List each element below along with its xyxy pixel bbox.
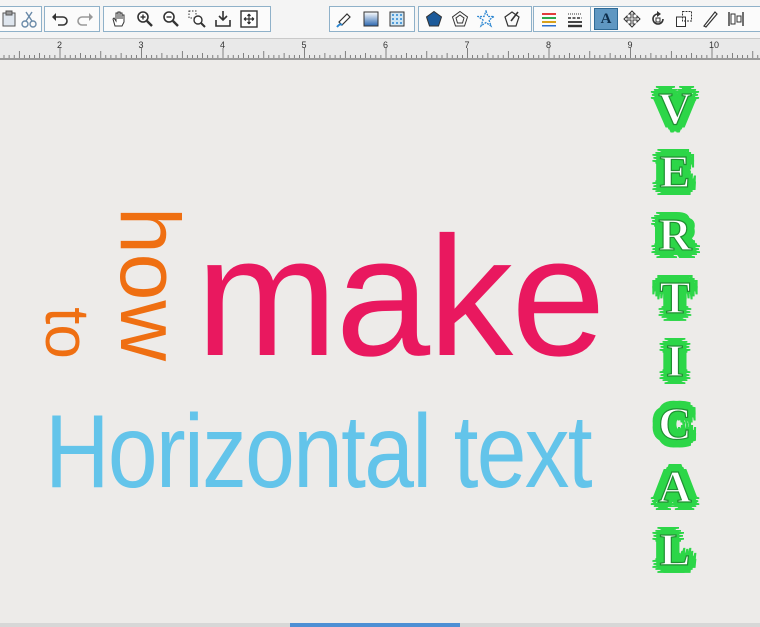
zoom-page-icon — [215, 11, 231, 27]
redo-button[interactable] — [73, 8, 96, 30]
ruler-label: 2 — [57, 40, 63, 50]
line-dash-button[interactable] — [563, 8, 587, 30]
fit-to-window-button[interactable] — [237, 8, 261, 30]
nested-polygon-icon — [451, 10, 469, 27]
nested-polygon-button[interactable] — [448, 8, 472, 30]
ruler-label: 6 — [383, 40, 389, 50]
zoom-selection-icon — [188, 10, 206, 28]
undo-icon — [51, 13, 68, 26]
zoom-out-icon — [163, 11, 179, 27]
cut-button[interactable] — [20, 8, 38, 30]
text-tool-icon: A — [600, 10, 612, 27]
word-how[interactable]: how — [103, 207, 197, 361]
undo-button[interactable] — [48, 8, 71, 30]
style-group-b — [418, 6, 532, 32]
star-button[interactable] — [474, 8, 498, 30]
rotate-button[interactable] — [646, 8, 670, 30]
line-color-button[interactable] — [333, 8, 357, 30]
knife-icon — [703, 11, 718, 28]
knife-button[interactable] — [698, 8, 722, 30]
toolbar: A — [0, 0, 760, 39]
polygon-icon — [425, 10, 443, 27]
paste-icon — [2, 10, 16, 27]
pan-button[interactable] — [107, 8, 131, 30]
vertical-letter: R — [658, 209, 692, 260]
paste-button[interactable] — [0, 8, 18, 30]
style-group-d: A — [590, 6, 760, 32]
zoom-out-button[interactable] — [159, 8, 183, 30]
ruler-label: 9 — [627, 40, 633, 50]
align-button[interactable] — [724, 8, 748, 30]
vertical-letter: V — [658, 83, 692, 134]
pan-hand-icon — [112, 11, 125, 27]
fill-gradient-button[interactable] — [359, 8, 383, 30]
history-group — [44, 6, 100, 32]
zoom-selection-button[interactable] — [185, 8, 209, 30]
ruler-label: 3 — [138, 40, 144, 50]
ruler-label: 4 — [220, 40, 226, 50]
vertical-letter: E — [659, 146, 691, 197]
fill-gradient-icon — [363, 11, 379, 27]
vertical-letter: L — [659, 524, 691, 575]
line-style-button[interactable] — [537, 8, 561, 30]
fill-pattern-icon — [389, 11, 405, 27]
line-color-icon — [336, 13, 351, 28]
style-group-c — [533, 6, 591, 32]
zoom-in-icon — [137, 11, 153, 27]
redo-icon — [76, 13, 93, 26]
polygon-button[interactable] — [422, 8, 446, 30]
zoom-in-button[interactable] — [133, 8, 157, 30]
vertical-letter: I — [665, 335, 684, 386]
horizontal-scrollbar[interactable] — [0, 623, 760, 627]
replicate-icon — [676, 11, 692, 27]
vertical-text-block[interactable]: V E R T I C A L — [642, 83, 708, 606]
scrollbar-thumb[interactable] — [290, 623, 460, 627]
clipboard-group — [0, 6, 42, 32]
rotate-icon — [652, 11, 664, 25]
word-horizontal-text[interactable]: Horizontal text — [45, 400, 593, 504]
view-group — [103, 6, 271, 32]
vertical-letter: T — [659, 272, 691, 323]
ruler-label: 5 — [301, 40, 307, 50]
style-group-a — [329, 6, 415, 32]
ruler-label: 7 — [464, 40, 470, 50]
vertical-letter: C — [658, 398, 692, 449]
star-icon — [477, 10, 495, 28]
fit-to-window-icon — [240, 10, 258, 28]
edit-points-icon — [504, 11, 520, 27]
ruler-ticks — [3, 48, 759, 58]
line-dash-icon — [568, 13, 582, 28]
horizontal-ruler[interactable]: 2 3 4 5 6 7 8 9 10 — [0, 39, 760, 60]
fill-pattern-button[interactable] — [385, 8, 409, 30]
vertical-letter: A — [658, 461, 692, 512]
move-button[interactable] — [620, 8, 644, 30]
ruler-label: 10 — [709, 40, 720, 50]
zoom-page-button[interactable] — [211, 8, 235, 30]
edit-points-button[interactable] — [500, 8, 524, 30]
text-tool-button[interactable]: A — [594, 8, 618, 30]
move-icon — [623, 10, 641, 28]
word-to[interactable]: to — [32, 307, 101, 359]
word-make[interactable]: make — [196, 212, 606, 382]
line-style-icon — [542, 13, 556, 27]
replicate-button[interactable] — [672, 8, 696, 30]
cut-icon — [21, 11, 37, 28]
align-icon — [728, 12, 744, 26]
ruler-label: 8 — [546, 40, 552, 50]
